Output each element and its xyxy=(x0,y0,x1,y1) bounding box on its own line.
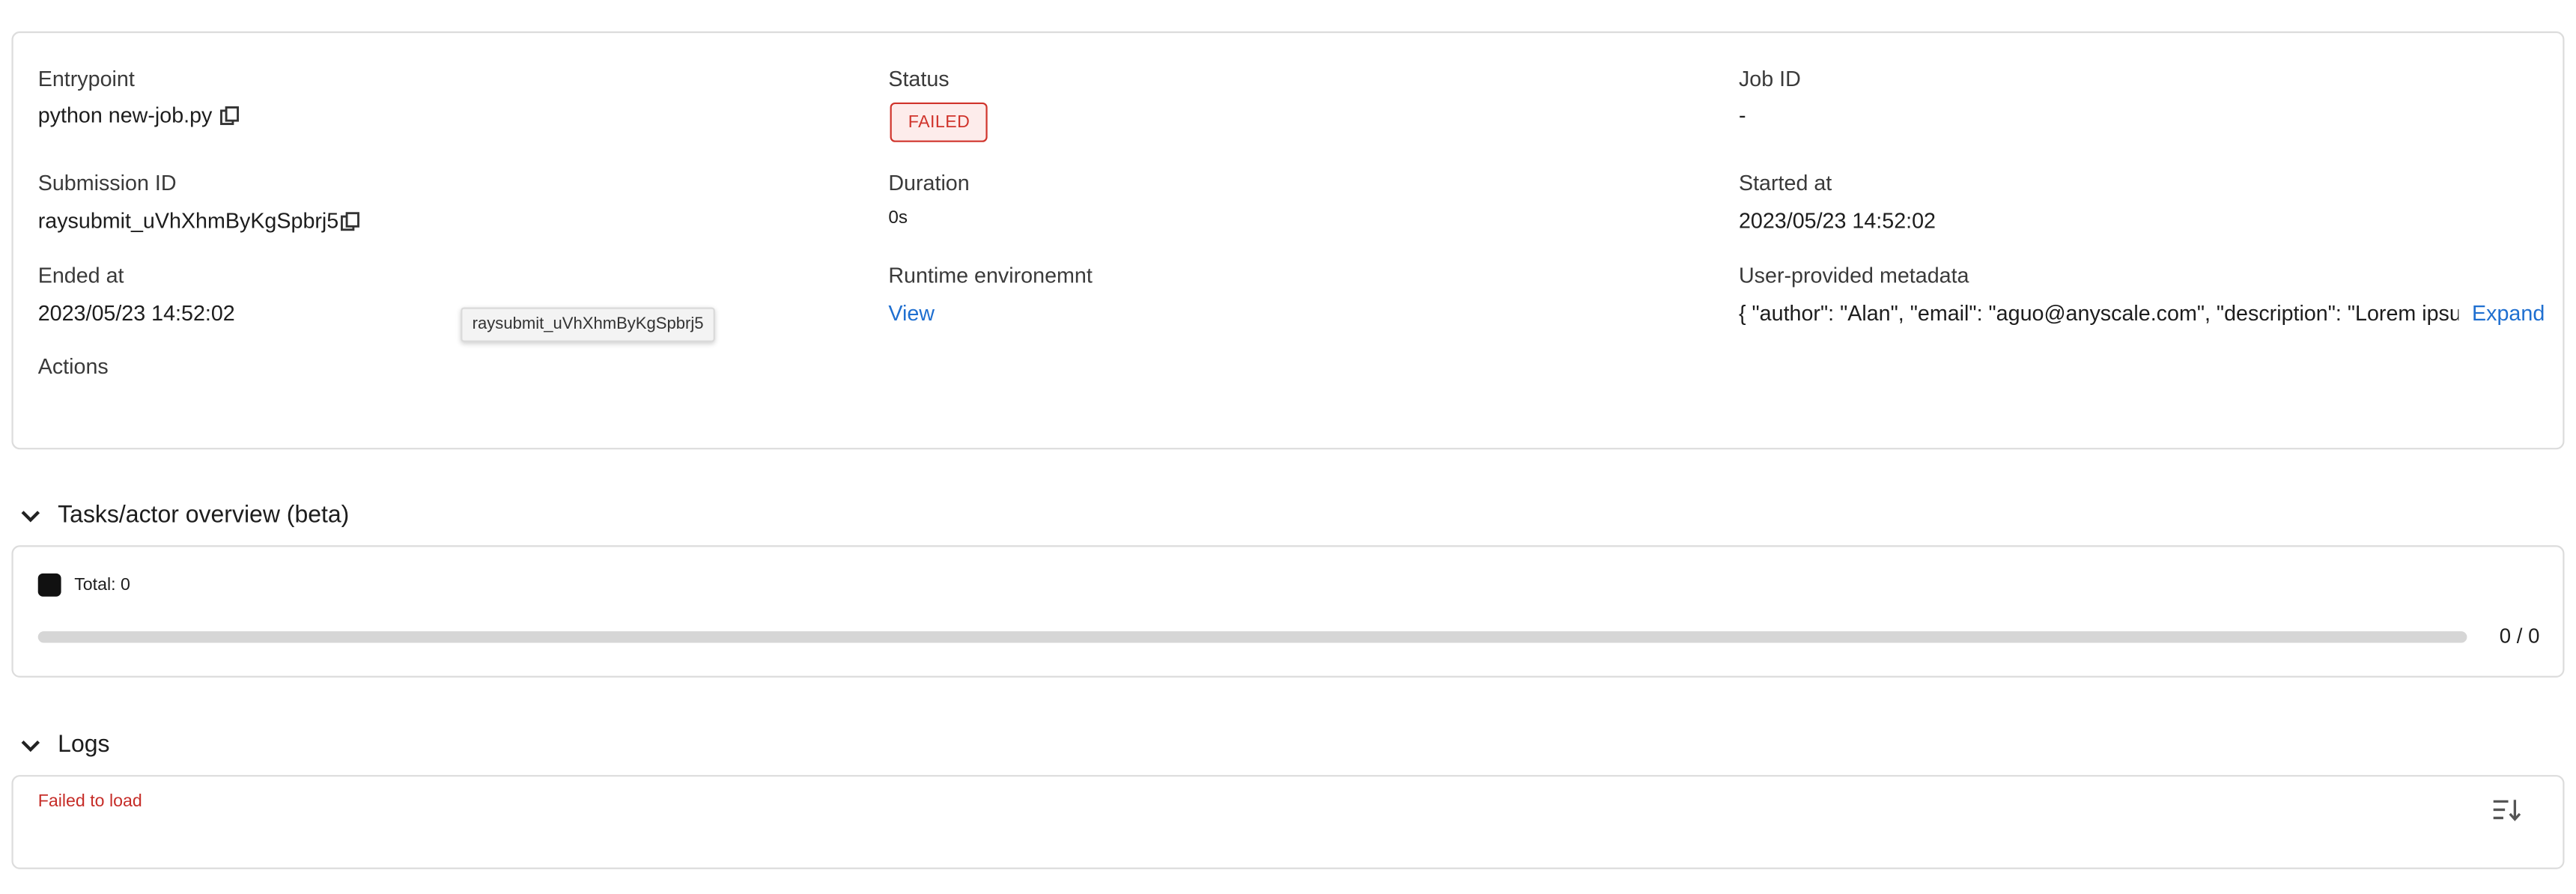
job-id-label: Job ID xyxy=(1738,66,1801,91)
actions-label: Actions xyxy=(37,353,109,379)
status-badge: FAILED xyxy=(890,102,988,142)
runtime-env-label: Runtime environemnt xyxy=(888,262,1093,288)
entrypoint-label: Entrypoint xyxy=(37,66,135,91)
tasks-overview-header[interactable]: Tasks/actor overview (beta) xyxy=(19,499,349,532)
chevron-down-icon xyxy=(21,739,40,752)
job-details-card: Entrypoint python new-job.py Submission … xyxy=(11,31,2565,450)
ended-at-value: 2023/05/23 14:52:02 xyxy=(37,300,235,326)
logs-card: Failed to load xyxy=(11,775,2565,869)
sort-icon[interactable] xyxy=(2491,797,2521,823)
tasks-progress-card: Total: 0 0 / 0 xyxy=(11,545,2565,678)
tasks-progress-bar xyxy=(37,631,2467,643)
started-at-label: Started at xyxy=(1738,170,1832,195)
copy-icon[interactable] xyxy=(340,211,359,231)
runtime-env-view-link[interactable]: View xyxy=(888,301,935,326)
entrypoint-value: python new-job.py xyxy=(37,102,213,127)
tasks-progress-count: 0 / 0 xyxy=(2499,624,2540,648)
legend-total: Total: 0 xyxy=(74,575,130,595)
copy-icon[interactable] xyxy=(219,106,239,125)
logs-title: Logs xyxy=(58,732,110,759)
tasks-overview-title: Tasks/actor overview (beta) xyxy=(58,502,350,529)
chevron-down-icon xyxy=(21,510,40,522)
submission-id-tooltip: raysubmit_uVhXhmByKgSpbrj5 xyxy=(461,307,715,342)
metadata-value: { "author": "Alan", "email": "aguo@anysc… xyxy=(1738,300,2459,326)
job-detail-page: Entrypoint python new-job.py Submission … xyxy=(0,0,2576,894)
ended-at-label: Ended at xyxy=(37,262,124,288)
started-at-value: 2023/05/23 14:52:02 xyxy=(1738,208,1936,234)
submission-id-value: raysubmit_uVhXhmByKgSpbrj5 xyxy=(37,208,339,234)
legend-swatch xyxy=(37,573,61,597)
metadata-label: User-provided metadata xyxy=(1738,262,1969,288)
logs-error-message: Failed to load xyxy=(37,791,142,812)
metadata-expand-link[interactable]: Expand xyxy=(2472,301,2545,326)
submission-id-label: Submission ID xyxy=(37,170,177,195)
logs-header[interactable]: Logs xyxy=(19,729,110,761)
duration-value: 0s xyxy=(888,208,908,228)
duration-label: Duration xyxy=(888,170,970,195)
status-label: Status xyxy=(888,66,950,91)
job-id-value: - xyxy=(1738,102,1746,127)
